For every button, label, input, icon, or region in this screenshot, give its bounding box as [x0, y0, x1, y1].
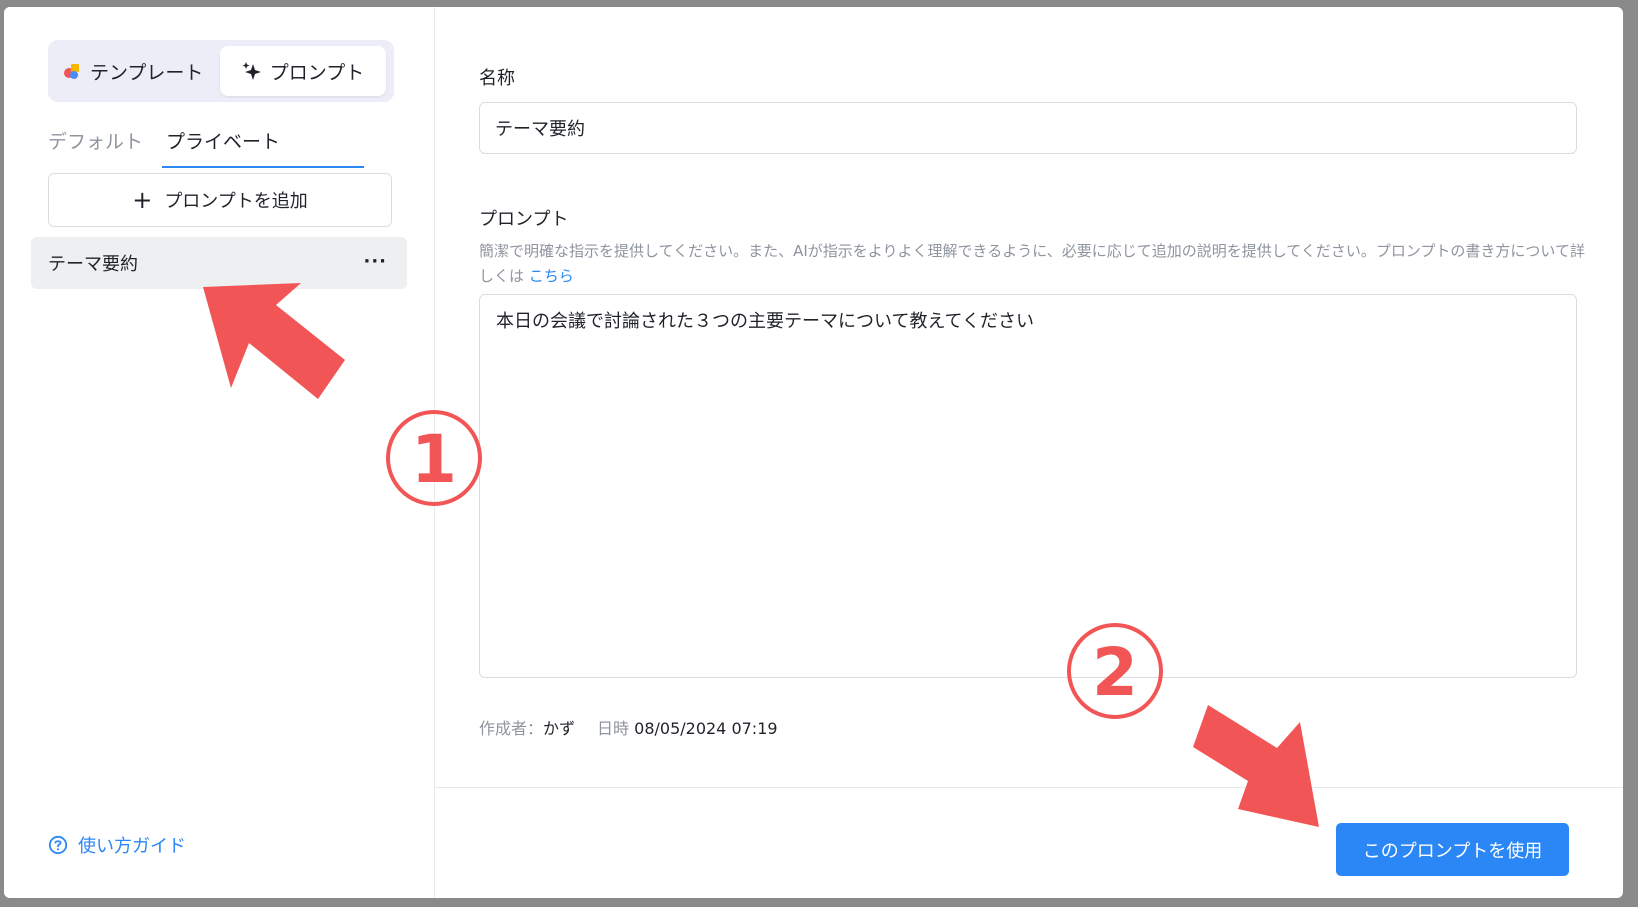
tab-default[interactable]: デフォルト [48, 127, 143, 154]
sparkle-icon [242, 61, 262, 81]
prompt-tabs: デフォルト プライベート [48, 117, 368, 168]
plus-icon: + [132, 186, 153, 214]
name-field-label: 名称 [479, 68, 515, 89]
creator-label: 作成者： [479, 719, 544, 738]
prompt-metadata: 作成者：かず 日時 08/05/2024 07:19 [479, 715, 778, 739]
prompt-name-input[interactable] [479, 102, 1577, 154]
prompt-list-item[interactable]: テーマ要約 ··· [31, 237, 407, 289]
date-label: 日時 [597, 719, 630, 738]
help-circle-icon [48, 835, 68, 855]
prompt-field-label: プロンプト [479, 209, 569, 230]
prompt-hint-text: 簡潔で明確な指示を提供してください。また、AIが指示をよりよく理解できるように、… [479, 242, 1585, 285]
add-prompt-label: プロンプトを追加 [164, 191, 308, 212]
mode-switch: テンプレート プロンプト [48, 40, 394, 102]
sidebar: テンプレート プロンプト デフォルト プライベート + プロンプトを追加 テーマ… [4, 7, 435, 898]
active-tab-indicator [162, 166, 364, 168]
add-prompt-button[interactable]: + プロンプトを追加 [48, 173, 392, 227]
templates-mode-label: テンプレート [90, 61, 204, 84]
date-value: 08/05/2024 07:19 [634, 719, 778, 738]
template-shapes-icon [62, 61, 82, 81]
prompt-manager-dialog: テンプレート プロンプト デフォルト プライベート + プロンプトを追加 テーマ… [4, 7, 1623, 898]
prompt-textarea[interactable]: 本日の会議で討論された３つの主要テーマについて教えてください [479, 294, 1577, 678]
use-prompt-button[interactable]: このプロンプトを使用 [1336, 823, 1569, 876]
more-options-icon[interactable]: ··· [363, 251, 387, 272]
prompt-hint: 簡潔で明確な指示を提供してください。また、AIが指示をよりよく理解できるように、… [479, 239, 1589, 289]
prompts-mode-button[interactable]: プロンプト [220, 46, 386, 96]
prompt-editor: 名称 プロンプト 簡潔で明確な指示を提供してください。また、AIが指示をよりよく… [435, 7, 1623, 898]
tab-private[interactable]: プライベート [166, 127, 280, 154]
prompts-mode-label: プロンプト [269, 61, 365, 84]
creator-value: かず [543, 719, 576, 738]
prompt-guide-link[interactable]: こちら [529, 267, 574, 285]
prompt-item-label: テーマ要約 [48, 254, 138, 275]
usage-guide-link[interactable]: 使い方ガイド [48, 832, 186, 858]
dialog-footer: このプロンプトを使用 [435, 787, 1623, 898]
usage-guide-label: 使い方ガイド [78, 836, 186, 857]
